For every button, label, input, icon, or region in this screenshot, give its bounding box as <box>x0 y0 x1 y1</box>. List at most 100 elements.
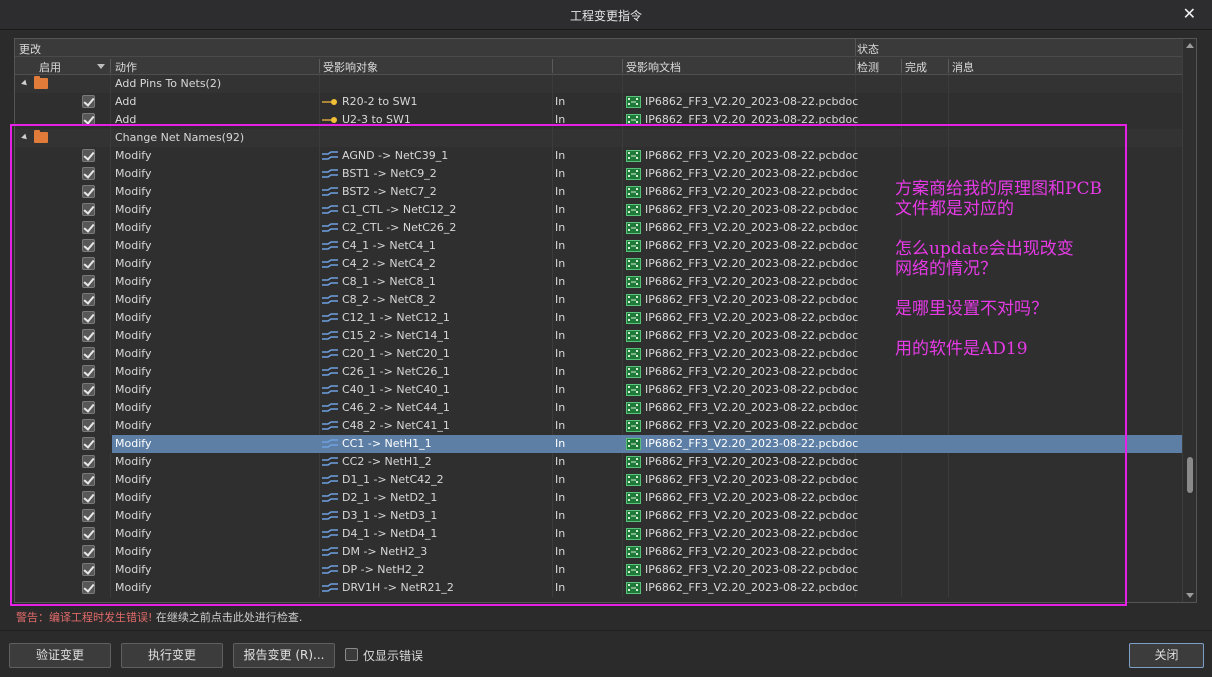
enable-checkbox[interactable] <box>82 473 95 486</box>
column-divider <box>901 75 902 93</box>
enable-checkbox[interactable] <box>82 527 95 540</box>
table-row[interactable]: Modify C48_2 -> NetC41_1 In IP6862_FF3_V2.2… <box>15 417 1183 435</box>
scroll-down-icon[interactable] <box>1186 593 1194 598</box>
execute-changes-button[interactable]: 执行变更 <box>121 643 223 668</box>
group-row[interactable]: Change Net Names(92) <box>15 129 1183 147</box>
enable-checkbox[interactable] <box>82 455 95 468</box>
report-changes-button[interactable]: 报告变更 (R)... <box>233 643 335 668</box>
column-divider <box>901 129 902 147</box>
column-divider <box>552 201 553 219</box>
enable-checkbox[interactable] <box>82 419 95 432</box>
column-divider <box>319 507 320 525</box>
vertical-scrollbar[interactable] <box>1182 39 1196 602</box>
pcb-document-icon <box>626 474 641 486</box>
enable-checkbox[interactable] <box>82 563 95 576</box>
row-direction: In <box>555 185 566 198</box>
column-divider <box>110 345 111 363</box>
expand-toggle-icon[interactable] <box>21 79 29 88</box>
column-divider <box>319 75 320 93</box>
table-row[interactable]: Modify DM -> NetH2_3 In IP6862_FF3_V2.20_20… <box>15 543 1183 561</box>
enable-checkbox[interactable] <box>82 239 95 252</box>
row-action: Modify <box>115 563 152 576</box>
enable-checkbox[interactable] <box>82 437 95 450</box>
table-row[interactable]: Modify DRV1H -> NetR21_2 In IP6862_FF3_V2.2… <box>15 579 1183 597</box>
col-action[interactable]: 动作 <box>115 59 137 75</box>
scroll-thumb[interactable] <box>1187 457 1193 493</box>
enable-checkbox[interactable] <box>82 95 95 108</box>
close-icon[interactable]: ✕ <box>1183 4 1196 23</box>
net-icon <box>322 223 338 232</box>
table-row[interactable]: Add R20-2 to SW1 In IP6862_FF3_V2.20_2023-0… <box>15 93 1183 111</box>
warning-message[interactable]: 警告：编译工程时发生错误! 在继续之前点击此处进行检查. <box>16 609 302 625</box>
checkbox-box[interactable] <box>345 648 358 661</box>
col-message[interactable]: 消息 <box>952 59 974 75</box>
table-row[interactable]: Modify C8_1 -> NetC8_1 In IP6862_FF3_V2.20_… <box>15 273 1183 291</box>
enable-checkbox[interactable] <box>82 293 95 306</box>
table-row[interactable]: Modify D2_1 -> NetD2_1 In IP6862_FF3_V2.20_… <box>15 489 1183 507</box>
enable-checkbox[interactable] <box>82 581 95 594</box>
column-divider <box>552 525 553 543</box>
column-divider <box>110 453 111 471</box>
table-row[interactable]: Modify D3_1 -> NetD3_1 In IP6862_FF3_V2.20_… <box>15 507 1183 525</box>
enable-checkbox[interactable] <box>82 365 95 378</box>
group-row[interactable]: Add Pins To Nets(2) <box>15 75 1183 93</box>
table-row[interactable]: Modify C46_2 -> NetC44_1 In IP6862_FF3_V2.2… <box>15 399 1183 417</box>
column-divider <box>319 273 320 291</box>
table-row[interactable]: Modify C2_CTL -> NetC26_2 In IP6862_FF3_V2.… <box>15 219 1183 237</box>
row-affected-document: IP6862_FF3_V2.20_2023-08-22.pcbdoc <box>645 527 859 540</box>
close-button[interactable]: 关闭 <box>1129 643 1204 668</box>
row-action: Modify <box>115 401 152 414</box>
table-row[interactable]: Modify C40_1 -> NetC40_1 In IP6862_FF3_V2.2… <box>15 381 1183 399</box>
expand-toggle-icon[interactable] <box>21 133 29 142</box>
column-divider <box>552 561 553 579</box>
enable-checkbox[interactable] <box>82 167 95 180</box>
column-divider[interactable] <box>319 59 320 73</box>
warning-suffix[interactable]: 在继续之前点击此处进行检查. <box>156 611 303 624</box>
enable-checkbox[interactable] <box>82 203 95 216</box>
column-divider <box>622 543 623 561</box>
enable-checkbox[interactable] <box>82 185 95 198</box>
table-row[interactable]: Add U2-3 to SW1 In IP6862_FF3_V2.20_2023-08… <box>15 111 1183 129</box>
row-affected-document: IP6862_FF3_V2.20_2023-08-22.pcbdoc <box>645 347 859 360</box>
row-affected-object: C20_1 -> NetC20_1 <box>342 347 450 360</box>
enable-checkbox[interactable] <box>82 509 95 522</box>
pcb-document-icon <box>626 366 641 378</box>
enable-checkbox[interactable] <box>82 329 95 342</box>
column-divider[interactable] <box>552 59 553 73</box>
table-row[interactable]: Modify D4_1 -> NetD4_1 In IP6862_FF3_V2.20_… <box>15 525 1183 543</box>
enable-checkbox[interactable] <box>82 113 95 126</box>
table-row[interactable]: Modify D1_1 -> NetC42_2 In IP6862_FF3_V2.20… <box>15 471 1183 489</box>
column-divider <box>552 579 553 597</box>
enable-checkbox[interactable] <box>82 491 95 504</box>
enable-checkbox[interactable] <box>82 401 95 414</box>
validate-changes-button[interactable]: 验证变更 <box>9 643 111 668</box>
enable-checkbox[interactable] <box>82 257 95 270</box>
table-row[interactable]: Modify C26_1 -> NetC26_1 In IP6862_FF3_V2.2… <box>15 363 1183 381</box>
enable-checkbox[interactable] <box>82 221 95 234</box>
enable-checkbox[interactable] <box>82 149 95 162</box>
enable-checkbox[interactable] <box>82 383 95 396</box>
sort-arrow-icon[interactable] <box>97 64 105 69</box>
enable-checkbox[interactable] <box>82 275 95 288</box>
column-divider <box>552 399 553 417</box>
column-divider[interactable] <box>110 59 111 73</box>
column-divider[interactable] <box>855 59 856 73</box>
enable-checkbox[interactable] <box>82 545 95 558</box>
col-done[interactable]: 完成 <box>905 59 927 75</box>
column-divider <box>319 489 320 507</box>
row-affected-object: C4_2 -> NetC4_2 <box>342 257 436 270</box>
column-divider[interactable] <box>901 59 902 73</box>
col-check[interactable]: 检测 <box>857 59 879 75</box>
col-affected-object[interactable]: 受影响对象 <box>323 59 378 75</box>
enable-checkbox[interactable] <box>82 347 95 360</box>
scroll-up-icon[interactable] <box>1186 43 1194 48</box>
column-divider[interactable] <box>622 59 623 73</box>
table-row[interactable]: Modify AGND -> NetC39_1 In IP6862_FF3_V2.20… <box>15 147 1183 165</box>
column-divider[interactable] <box>948 59 949 73</box>
col-affected-document[interactable]: 受影响文档 <box>626 59 681 75</box>
col-enable[interactable]: 启用 <box>39 59 61 75</box>
table-row[interactable]: Modify CC2 -> NetH1_2 In IP6862_FF3_V2.20_2… <box>15 453 1183 471</box>
enable-checkbox[interactable] <box>82 311 95 324</box>
table-row[interactable]: Modify CC1 -> NetH1_1 In IP6862_FF3_V2.20_2… <box>15 435 1183 453</box>
table-row[interactable]: Modify DP -> NetH2_2 In IP6862_FF3_V2.20_20… <box>15 561 1183 579</box>
